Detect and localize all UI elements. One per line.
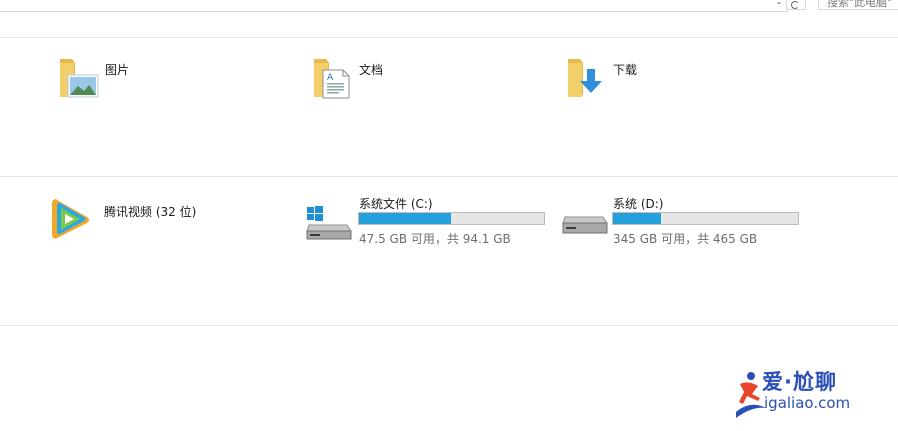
address-history-dropdown[interactable]: ⌄ [774,0,784,7]
watermark-logo: 爱·尬聊 igaliao.com [734,362,894,422]
section-divider [0,325,898,326]
watermark-url-text: igaliao.com [764,394,851,412]
windows-drive-icon [306,206,352,240]
drive-usage-bar [612,212,799,225]
pictures-folder-icon [60,59,99,98]
app-label: 腾讯视频 (32 位) [104,205,197,219]
drive-label: 系统 (D:) [613,197,664,211]
explorer-window: ⌄ 搜索"此电脑" 图片 A 文档 下载 腾讯视频 (32 位) 系统文件 (C… [0,0,898,431]
folder-pictures[interactable]: 图片 [55,55,255,105]
drive-d[interactable]: 系统 (D:) 345 GB 可用，共 465 GB [559,193,809,248]
folder-label: 文档 [359,63,384,77]
refresh-button[interactable] [786,0,806,10]
search-input[interactable]: 搜索"此电脑" [818,0,898,10]
downloads-folder-icon [568,59,602,97]
section-divider [0,37,898,38]
drive-c[interactable]: 系统文件 (C:) 47.5 GB 可用，共 94.1 GB [305,193,555,248]
drive-free-text: 345 GB 可用，共 465 GB [613,232,758,246]
folder-label: 图片 [105,63,130,77]
documents-folder-icon: A [314,59,350,99]
address-bar[interactable] [0,0,788,12]
folder-documents[interactable]: A 文档 [309,55,509,105]
hard-drive-icon [562,216,608,234]
drive-usage-fill [613,213,661,224]
watermark-cn-text: 爱·尬聊 [762,370,837,394]
address-toolbar: ⌄ 搜索"此电脑" [0,0,898,12]
folder-label: 下载 [613,63,638,77]
drive-usage-bar [358,212,545,225]
svg-text:A: A [327,73,334,83]
section-divider [0,176,898,177]
search-placeholder: 搜索"此电脑" [827,0,893,9]
refresh-icon [791,1,799,9]
folder-downloads[interactable]: 下载 [563,55,763,105]
drive-free-text: 47.5 GB 可用，共 94.1 GB [359,232,511,246]
app-tencent-video[interactable]: 腾讯视频 (32 位) [50,195,260,245]
chevron-down-icon: ⌄ [775,0,783,6]
drive-usage-fill [359,213,451,224]
drive-label: 系统文件 (C:) [359,197,433,211]
tencent-video-icon [52,199,89,239]
